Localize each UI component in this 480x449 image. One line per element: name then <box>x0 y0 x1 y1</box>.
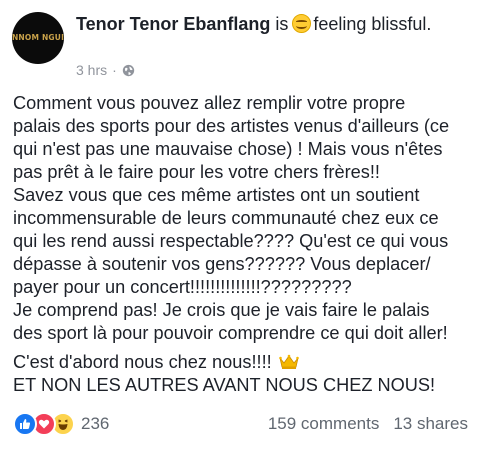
post-body-line: Comment vous pouvez allez remplir votre … <box>13 93 406 113</box>
comments-count-link[interactable]: 159 comments <box>268 414 380 434</box>
author-name[interactable]: Tenor Tenor Ebanflang <box>76 14 270 34</box>
post-body-line: Savez vous que ces même artistes ont un … <box>13 185 420 205</box>
post-body-line: payer pour un concert!!!!!!!!!!!!!!?????… <box>13 277 352 297</box>
avatar-logo-text: NNOM NGUI <box>12 32 64 42</box>
post-body: Comment vous pouvez allez remplir votre … <box>13 92 473 397</box>
closing-line-1: C'est d'abord nous chez nous!!!! <box>13 351 473 374</box>
post-body-line: incommensurable de leurs communauté chez… <box>13 208 439 228</box>
post-body-line: dépasse à soutenir vos gens?????? Vous d… <box>13 254 431 274</box>
post-timestamp[interactable]: 3 hrs <box>76 62 107 78</box>
closing-text-1: C'est d'abord nous chez nous!!!! <box>13 352 272 372</box>
crown-icon <box>278 354 299 369</box>
post-header: Tenor Tenor Ebanflang is feeling blissful… <box>76 12 466 36</box>
like-icon <box>13 412 37 436</box>
post-body-line: Je comprend pas! Je crois que je vais fa… <box>13 300 430 320</box>
post-body-line: palais des sports pour des artistes venu… <box>13 116 450 136</box>
avatar[interactable]: NNOM NGUI <box>12 12 64 64</box>
post-body-line: des sport là pour pouvoir comprendre ce … <box>13 323 448 343</box>
reactions-summary[interactable]: 236 <box>13 412 109 436</box>
status-verb: is <box>275 14 289 34</box>
globe-icon[interactable] <box>122 64 135 77</box>
reaction-count: 236 <box>81 414 110 433</box>
meta-separator: · <box>112 62 117 78</box>
shares-count-link[interactable]: 13 shares <box>393 414 468 434</box>
post-body-line: pas prêt à le faire pour les votre chers… <box>13 162 380 182</box>
post-footer: 236 159 comments 13 shares <box>13 410 468 438</box>
post-meta: 3 hrs · <box>76 62 135 78</box>
engagement-counts: 159 comments 13 shares <box>268 414 468 434</box>
post-body-line: qui n'est pas une mauvaise chose) ! Mais… <box>13 139 443 159</box>
closing-line-2: ET NON LES AUTRES AVANT NOUS CHEZ NOUS! <box>13 375 436 395</box>
post-body-line: qui les rend aussi respectable???? Qu'es… <box>13 231 449 251</box>
feeling-text[interactable]: feeling blissful. <box>313 14 431 34</box>
facebook-post: NNOM NGUI Tenor Tenor Ebanflang is feelin… <box>0 0 480 449</box>
smiling-face-icon <box>292 14 312 33</box>
